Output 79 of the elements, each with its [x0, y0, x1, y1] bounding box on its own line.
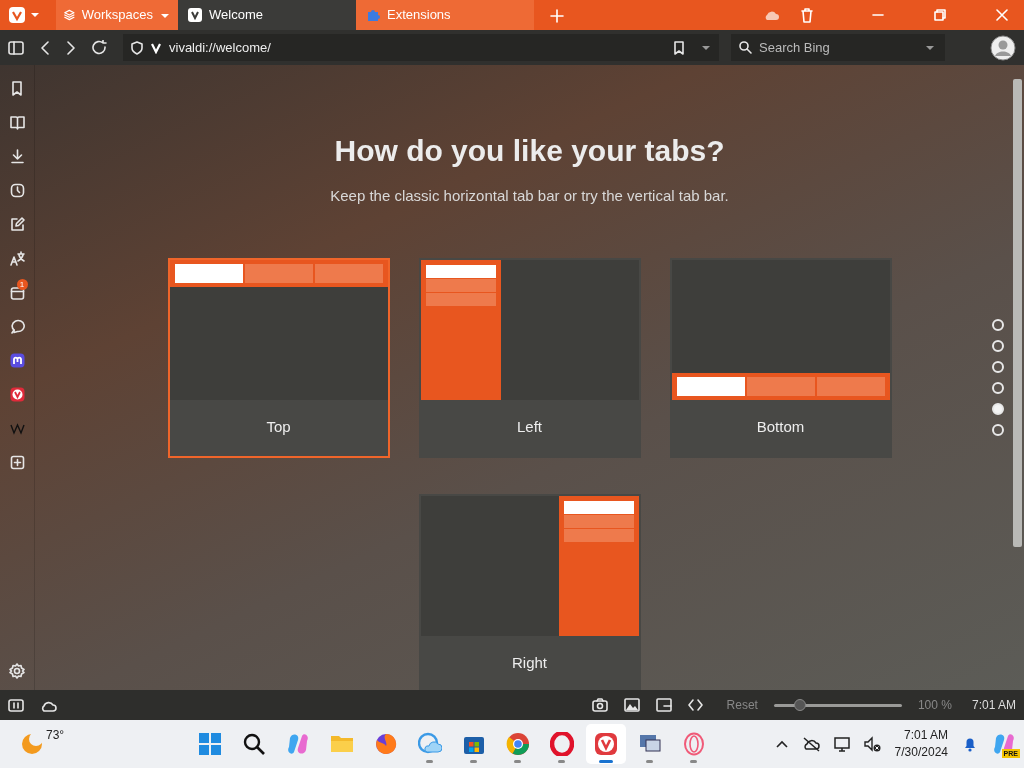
book-icon[interactable] — [9, 114, 25, 130]
logo-icon[interactable] — [8, 6, 26, 24]
calendar-icon[interactable] — [9, 284, 25, 300]
search-field[interactable]: Search Bing — [731, 34, 945, 61]
restore-icon[interactable] — [934, 9, 946, 21]
page-dot[interactable] — [992, 361, 1004, 373]
add-panel-icon[interactable] — [9, 454, 25, 470]
panel-toggle-icon[interactable] — [8, 698, 24, 712]
volume-off-icon[interactable] — [863, 736, 881, 752]
image-icon[interactable] — [623, 698, 640, 712]
clock-icon[interactable] — [9, 182, 25, 198]
caret-icon[interactable] — [925, 45, 935, 51]
tab[interactable]: Welcome — [178, 0, 356, 30]
camera-icon[interactable] — [591, 698, 608, 712]
panel-toggle-icon[interactable] — [8, 39, 24, 56]
chat-icon[interactable] — [9, 318, 25, 334]
page-subtitle: Keep the classic horizontal tab bar or try the vertical tab bar. — [330, 186, 729, 206]
zoom-reset-link[interactable]: Reset — [726, 696, 758, 714]
forward-icon[interactable] — [66, 40, 76, 55]
weather-icon — [20, 732, 44, 756]
plus-icon[interactable] — [550, 8, 564, 23]
code-icon[interactable] — [687, 698, 703, 712]
search-icon — [243, 733, 265, 755]
reload-icon[interactable] — [92, 40, 107, 55]
window-icon[interactable] — [655, 698, 672, 712]
display-icon[interactable] — [833, 736, 850, 752]
shield-icon — [131, 40, 143, 55]
clock: 7:01 AM — [971, 697, 1016, 714]
settings-icon[interactable] — [9, 662, 25, 679]
page-dot[interactable] — [992, 382, 1004, 394]
close-icon[interactable] — [996, 9, 1008, 21]
note-icon[interactable] — [9, 216, 25, 232]
temperature: 73° — [46, 727, 65, 744]
trash-icon[interactable] — [800, 7, 814, 23]
caret-icon[interactable] — [30, 12, 40, 18]
page-dot[interactable] — [992, 403, 1004, 415]
v-logo-icon — [594, 732, 618, 756]
page-dot[interactable] — [992, 319, 1004, 331]
bookmark-icon[interactable] — [9, 80, 25, 96]
wheel-icon — [506, 732, 530, 756]
start-icon — [198, 732, 222, 756]
cloud-off-icon[interactable] — [801, 736, 820, 752]
page-dot[interactable] — [992, 424, 1004, 436]
translate-icon[interactable] — [9, 250, 25, 266]
swirl-icon[interactable] — [992, 732, 1016, 756]
ring-icon — [550, 732, 574, 756]
tab-position-option[interactable]: Right — [418, 493, 641, 690]
taskbar-date: 7/30/2024 — [894, 744, 948, 761]
v-icon — [151, 41, 161, 54]
bell-icon[interactable] — [962, 736, 978, 752]
swirl-icon — [286, 732, 310, 756]
caret-icon — [160, 12, 170, 19]
chevron-icon[interactable] — [775, 739, 788, 749]
ring-icon — [682, 732, 706, 756]
notification-badge: 1 — [16, 279, 28, 290]
zoom-slider[interactable] — [773, 699, 902, 711]
avatar-icon[interactable] — [990, 34, 1016, 61]
puzzle-icon — [366, 8, 380, 22]
globe-icon — [374, 732, 398, 756]
address-field[interactable]: vivaldi://welcome/ — [123, 34, 719, 61]
page-dot[interactable] — [992, 340, 1004, 352]
search-icon — [739, 41, 753, 55]
tab-position-option[interactable]: Left — [418, 257, 641, 458]
tab-position-option[interactable]: Top — [167, 257, 390, 458]
cloud-icon[interactable] — [40, 699, 57, 712]
taskbar-time: 7:01 AM — [903, 727, 948, 744]
download-icon[interactable] — [9, 148, 25, 164]
caret-icon[interactable] — [701, 44, 711, 51]
favicon-icon — [188, 8, 202, 22]
back-icon[interactable] — [40, 40, 50, 55]
page-title: How do you like your tabs? — [334, 133, 725, 169]
layers-icon — [64, 8, 75, 22]
bookmark-icon[interactable] — [673, 40, 685, 55]
zoom-level: 100 % — [917, 697, 952, 714]
tab-position-option[interactable]: Bottom — [669, 257, 892, 458]
scrollbar[interactable] — [1013, 79, 1022, 547]
v-logo-icon[interactable] — [9, 386, 25, 402]
cloud-icon — [418, 732, 442, 756]
mastodon-style-icon[interactable] — [9, 352, 25, 368]
